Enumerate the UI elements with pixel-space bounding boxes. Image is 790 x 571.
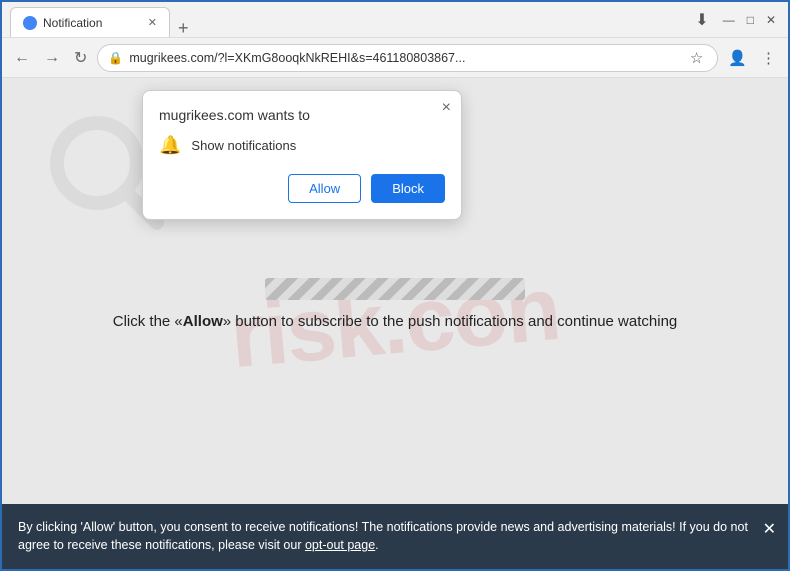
close-button[interactable]: ✕: [766, 13, 776, 27]
progress-bar: [265, 278, 525, 300]
back-button[interactable]: ←: [10, 45, 34, 71]
forward-button[interactable]: →: [40, 45, 64, 71]
popup-title: mugrikees.com wants to: [159, 107, 445, 123]
popup-buttons: Allow Block: [159, 174, 445, 203]
instruction-suffix: » button to subscribe to the push notifi…: [223, 313, 677, 330]
new-tab-button[interactable]: +: [170, 19, 197, 37]
refresh-button[interactable]: ↻: [70, 44, 91, 72]
instruction-bold: Allow: [183, 313, 223, 330]
tab-close-icon[interactable]: ✕: [148, 16, 157, 29]
bottom-bar-text-part2: .: [375, 538, 378, 552]
address-text: mugrikees.com/?l=XKmG8ooqkNkREHI&s=46118…: [129, 51, 680, 65]
popup-notification-row: 🔔 Show notifications: [159, 135, 445, 156]
bell-icon: 🔔: [159, 135, 181, 156]
browser-tab[interactable]: Notification ✕: [10, 7, 170, 37]
title-bar: Notification ✕ + ⬇ — □ ✕: [2, 2, 788, 38]
address-bar[interactable]: 🔒 mugrikees.com/?l=XKmG8ooqkNkREHI&s=461…: [97, 44, 718, 72]
main-instruction-text: Click the «Allow» button to subscribe to…: [2, 313, 788, 330]
menu-button[interactable]: ⋮: [757, 49, 780, 67]
nav-bar: ← → ↻ 🔒 mugrikees.com/?l=XKmG8ooqkNkREHI…: [2, 38, 788, 78]
tab-title: Notification: [43, 16, 102, 30]
progress-container: [265, 278, 525, 300]
bottom-bar: By clicking 'Allow' button, you consent …: [2, 504, 788, 570]
allow-button[interactable]: Allow: [288, 174, 361, 203]
opt-out-link[interactable]: opt-out page: [305, 538, 375, 552]
lock-icon: 🔒: [108, 51, 123, 65]
notification-popup: × mugrikees.com wants to 🔔 Show notifica…: [142, 90, 462, 220]
browser-window: Notification ✕ + ⬇ — □ ✕ ← → ↻ 🔒 mugrike…: [2, 2, 788, 569]
popup-close-icon[interactable]: ×: [442, 99, 451, 117]
minimize-button[interactable]: —: [723, 13, 735, 27]
instruction-prefix: Click the «: [113, 313, 183, 330]
popup-notification-text: Show notifications: [191, 138, 296, 153]
block-button[interactable]: Block: [371, 174, 445, 203]
bottom-bar-text-part1: By clicking 'Allow' button, you consent …: [18, 520, 748, 553]
page-content: risk.con × mugrikees.com wants to 🔔 Show…: [2, 78, 788, 569]
tab-area: Notification ✕ +: [10, 2, 681, 37]
bottom-bar-close-icon[interactable]: ✕: [763, 518, 776, 542]
maximize-button[interactable]: □: [747, 13, 754, 27]
tab-favicon: [23, 16, 37, 30]
download-icon: ⬇: [689, 10, 714, 30]
bookmark-icon[interactable]: ☆: [686, 49, 707, 67]
window-controls: — □ ✕: [723, 13, 780, 27]
profile-button[interactable]: 👤: [724, 49, 751, 67]
